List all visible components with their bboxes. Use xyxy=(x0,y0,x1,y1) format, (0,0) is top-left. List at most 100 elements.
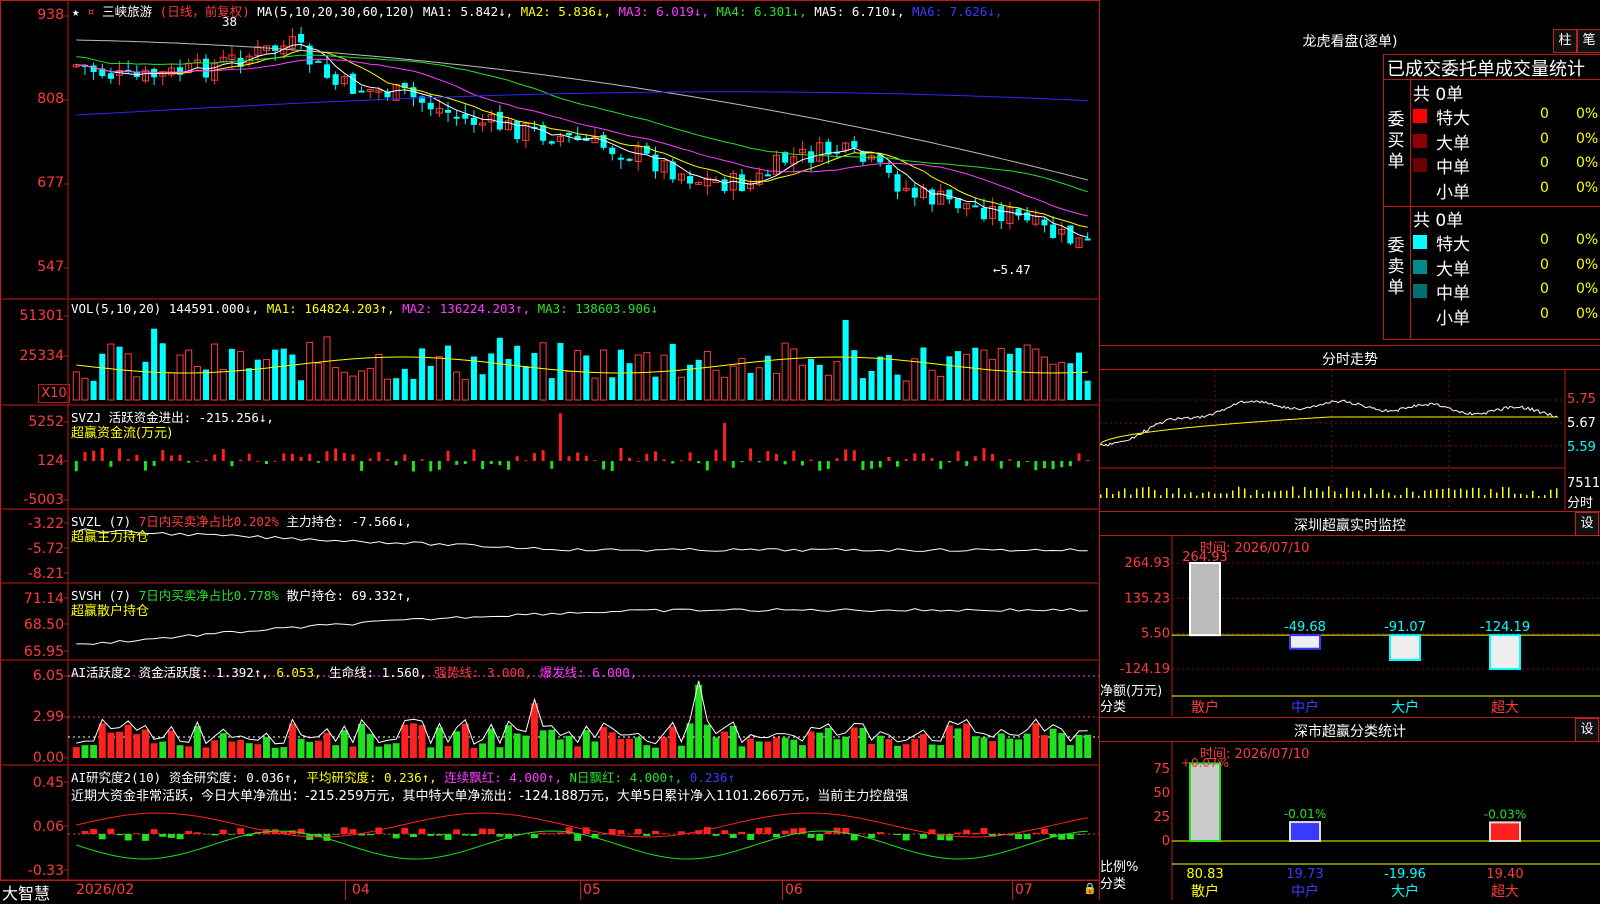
ai-active-axis-label: 0.00 xyxy=(0,750,64,766)
svzj-bar xyxy=(818,461,821,471)
intraday-chart[interactable] xyxy=(1100,370,1600,510)
ai-active-bar xyxy=(194,726,201,758)
lock-icon[interactable]: 🔒 xyxy=(1083,882,1097,895)
candle-body xyxy=(324,64,330,77)
intraday-volume-bar xyxy=(1268,491,1270,498)
volume-bar xyxy=(428,366,434,400)
vol-axis-label: 25334 xyxy=(0,348,64,364)
ai-active-bar xyxy=(228,742,235,758)
svzj-axis-label: 5252 xyxy=(0,414,64,430)
svzj-bar xyxy=(438,461,441,470)
volume-bar xyxy=(955,351,961,400)
intraday-axis-label: 5.75 xyxy=(1567,392,1596,407)
ai-research-bars xyxy=(73,813,1091,859)
svzj-bar xyxy=(118,448,121,461)
ai-active-bar xyxy=(237,740,244,758)
intraday-volume-bar xyxy=(1340,494,1342,498)
svzj-bar xyxy=(611,461,614,471)
svzj-bar xyxy=(844,449,847,461)
intraday-volume-bar xyxy=(1130,495,1132,498)
intraday-volume-bar xyxy=(1526,495,1528,498)
ai-research-bar xyxy=(1024,834,1031,839)
sz-classify-axis-label: 0 xyxy=(1162,834,1170,849)
candle-body xyxy=(540,125,546,141)
intraday-volume-bar xyxy=(1466,490,1468,498)
sz-classify-settings-button[interactable]: 设 xyxy=(1575,718,1599,742)
candle-body xyxy=(946,190,952,200)
candle-body xyxy=(627,159,633,161)
sz-monitor-settings-button[interactable]: 设 xyxy=(1575,512,1599,536)
order-color-swatch xyxy=(1413,109,1427,123)
ai-research-bar xyxy=(868,834,875,838)
svzj-bar xyxy=(109,461,112,467)
volume-bar xyxy=(549,378,555,400)
svzl-sub: 超赢主力持仓 xyxy=(71,526,149,545)
svzj-bar xyxy=(524,460,527,461)
ai-active-bar xyxy=(756,741,763,758)
candle-body xyxy=(1041,220,1047,226)
intraday-volume-bar xyxy=(1406,488,1408,498)
ai-research-header: AI研究度2(10) 资金研究度: 0.036↑, 平均研究度: 0.236↑,… xyxy=(71,767,735,786)
ai-active-bar xyxy=(1006,739,1013,758)
ai-active-bar xyxy=(419,725,426,758)
intraday-volume-bar xyxy=(1346,488,1348,498)
intraday-volume-bar xyxy=(1556,488,1558,498)
svzj-bar xyxy=(516,456,519,461)
svzj-bar xyxy=(723,423,726,461)
star-icon[interactable]: ★ xyxy=(72,4,80,19)
ai-active-bar xyxy=(548,730,555,758)
tick-mode-button[interactable]: 笔 xyxy=(1577,29,1600,53)
volume-bar xyxy=(531,353,537,400)
sz-monitor-axis-label: 5.50 xyxy=(1141,627,1170,642)
ai-active-bar xyxy=(955,728,962,758)
ai-active-bar xyxy=(505,725,512,758)
volume-bar xyxy=(1059,362,1065,400)
intraday-volume-bar xyxy=(1538,496,1540,498)
ai-research-bar xyxy=(557,832,564,834)
svzj-bar xyxy=(792,451,795,461)
intraday-volume-bar xyxy=(1280,491,1282,498)
intraday-volume-bar xyxy=(1124,488,1126,498)
ai-research-bar xyxy=(133,833,140,834)
ai-research-bar xyxy=(531,834,538,838)
ai-active-bar xyxy=(73,747,80,758)
intraday-vol-unit: 分时 xyxy=(1567,492,1593,511)
vol-axis-label: 51301 xyxy=(0,308,64,324)
intraday-volume-bar xyxy=(1352,491,1354,498)
bar-mode-button[interactable]: 柱 xyxy=(1553,29,1577,53)
candle-body xyxy=(549,141,555,143)
candle-body xyxy=(1067,226,1073,244)
ai-research-bar xyxy=(617,830,624,834)
ai-active-bar xyxy=(358,724,365,758)
svzj-bar xyxy=(187,461,190,463)
svzj-bar xyxy=(965,461,968,466)
order-size-label: 小单 xyxy=(1436,178,1470,203)
intraday-volume-bar xyxy=(1298,495,1300,498)
ai-active-bar xyxy=(1032,723,1039,758)
sz-monitor-chart[interactable]: 264.93135.235.50-124.19264.93散户-49.68中户-… xyxy=(1100,536,1600,716)
volume-bar xyxy=(289,355,295,400)
volume-bar xyxy=(384,379,390,400)
intraday-volume-bar xyxy=(1238,487,1240,498)
sz-classify-chart[interactable]: 755025080.83+0.07%散户19.73-0.01%中户-19.96大… xyxy=(1100,742,1600,900)
volume-bar xyxy=(307,342,313,400)
volume-bar xyxy=(454,372,460,400)
ai-research-bar xyxy=(211,834,218,835)
volume-bar xyxy=(929,370,935,400)
date-axis-label: 05 xyxy=(583,882,601,898)
ai-research-bar xyxy=(972,833,979,834)
volume-bar xyxy=(1007,354,1013,400)
ai-active-bar xyxy=(289,723,296,758)
volume-bar xyxy=(894,375,900,400)
ai-research-bar xyxy=(980,828,987,834)
order-count: 0 xyxy=(1540,131,1549,147)
ai-active-bar xyxy=(531,703,538,758)
ai-research-bar xyxy=(773,834,780,837)
ai-active-bar xyxy=(583,730,590,758)
ai-active-bar xyxy=(90,745,97,758)
sz-classify-axis-label: 25 xyxy=(1153,810,1170,825)
sz-monitor-value-label: -49.68 xyxy=(1284,620,1326,635)
order-count: 0 xyxy=(1540,155,1549,171)
ai-active-bar xyxy=(747,739,754,758)
ai-active-bar xyxy=(1084,735,1091,758)
